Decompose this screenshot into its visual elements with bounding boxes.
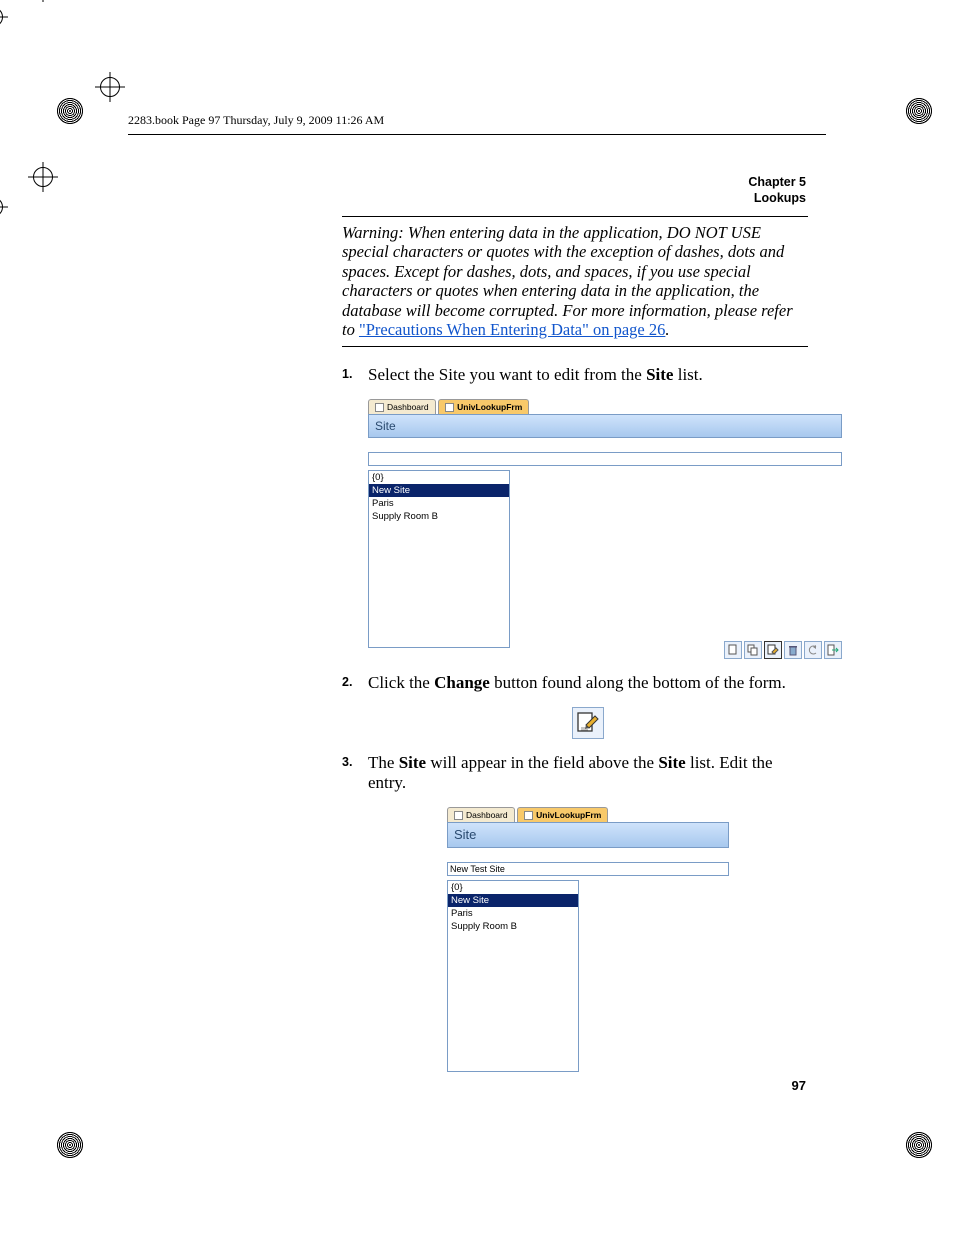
step-1-text-after: list. [673, 365, 702, 384]
site-input[interactable] [368, 452, 842, 466]
step-3-text-1: The [368, 753, 399, 772]
registration-mark [95, 72, 125, 102]
step-3-text-mid: will appear in the field above the [426, 753, 658, 772]
exit-button[interactable] [824, 641, 842, 659]
step-2: 2. Click the Change button found along t… [342, 673, 808, 739]
precautions-link[interactable]: "Precautions When Entering Data" on page… [359, 320, 665, 339]
step-3-bold-2: Site [658, 753, 685, 772]
tab-dashboard[interactable]: Dashboard [368, 399, 436, 414]
undo-button[interactable] [804, 641, 822, 659]
tab-dashboard-label: Dashboard [466, 810, 508, 820]
chapter-number: Chapter 5 [748, 175, 806, 191]
site-list[interactable]: {0} New Site Paris Supply Room B [368, 470, 510, 648]
step-number: 2. [342, 675, 352, 689]
tab-univlookup-label: UnivLookupFrm [457, 402, 522, 412]
running-header-text: 2283.book Page 97 Thursday, July 9, 2009… [128, 113, 384, 127]
step-number: 1. [342, 367, 352, 381]
registration-mark [28, 0, 58, 2]
step-2-text-after: button found along the bottom of the for… [490, 673, 786, 692]
list-item[interactable]: New Site [448, 894, 578, 907]
copy-button[interactable] [744, 641, 762, 659]
warning-suffix: . [665, 320, 669, 339]
change-button[interactable] [764, 641, 782, 659]
site-list[interactable]: {0} New Site Paris Supply Room B [447, 880, 579, 1072]
list-item[interactable]: {0} [448, 881, 578, 894]
warning-prefix: Warning: [342, 223, 408, 242]
step-3: 3. The Site will appear in the field abo… [342, 753, 808, 1069]
change-button-image [572, 707, 604, 739]
warning-paragraph: Warning: When entering data in the appli… [342, 223, 808, 340]
list-item[interactable]: {0} [369, 471, 509, 484]
print-mark [57, 1132, 83, 1158]
list-item[interactable]: Supply Room B [448, 920, 578, 933]
page-number: 97 [792, 1078, 806, 1093]
registration-mark [0, 2, 8, 32]
tab-univlookup[interactable]: UnivLookupFrm [438, 399, 529, 414]
screenshot-site-list: Dashboard UnivLookupFrm Site {0} New Sit… [368, 399, 842, 659]
list-item[interactable]: New Site [369, 484, 509, 497]
tab-univlookup[interactable]: UnivLookupFrm [517, 807, 608, 822]
step-2-bold: Change [434, 673, 490, 692]
form-toolbar [724, 641, 842, 659]
list-item[interactable]: Paris [369, 497, 509, 510]
chapter-header: Chapter 5 Lookups [748, 175, 806, 206]
tab-dashboard[interactable]: Dashboard [447, 807, 515, 822]
delete-button[interactable] [784, 641, 802, 659]
site-input[interactable] [447, 862, 729, 876]
divider [342, 346, 808, 347]
step-1-text-before: Select the Site you want to edit from th… [368, 365, 646, 384]
panel-title: Site [368, 414, 842, 438]
new-button[interactable] [724, 641, 742, 659]
print-mark [906, 1132, 932, 1158]
step-1-bold: Site [646, 365, 673, 384]
list-item[interactable]: Supply Room B [369, 510, 509, 523]
tab-univlookup-label: UnivLookupFrm [536, 810, 601, 820]
list-item[interactable]: Paris [448, 907, 578, 920]
panel-title: Site [447, 822, 729, 848]
divider [342, 216, 808, 217]
registration-mark [0, 192, 8, 222]
print-mark [906, 98, 932, 124]
step-2-text-before: Click the [368, 673, 434, 692]
tab-dashboard-label: Dashboard [387, 402, 429, 412]
step-number: 3. [342, 755, 352, 769]
print-mark [57, 98, 83, 124]
step-1: 1. Select the Site you want to edit from… [342, 365, 808, 659]
chapter-title: Lookups [748, 191, 806, 207]
registration-mark [28, 162, 58, 192]
running-header: 2283.book Page 97 Thursday, July 9, 2009… [128, 113, 826, 135]
step-3-bold-1: Site [399, 753, 426, 772]
screenshot-site-edit: Dashboard UnivLookupFrm Site {0} New Sit… [447, 807, 729, 1069]
